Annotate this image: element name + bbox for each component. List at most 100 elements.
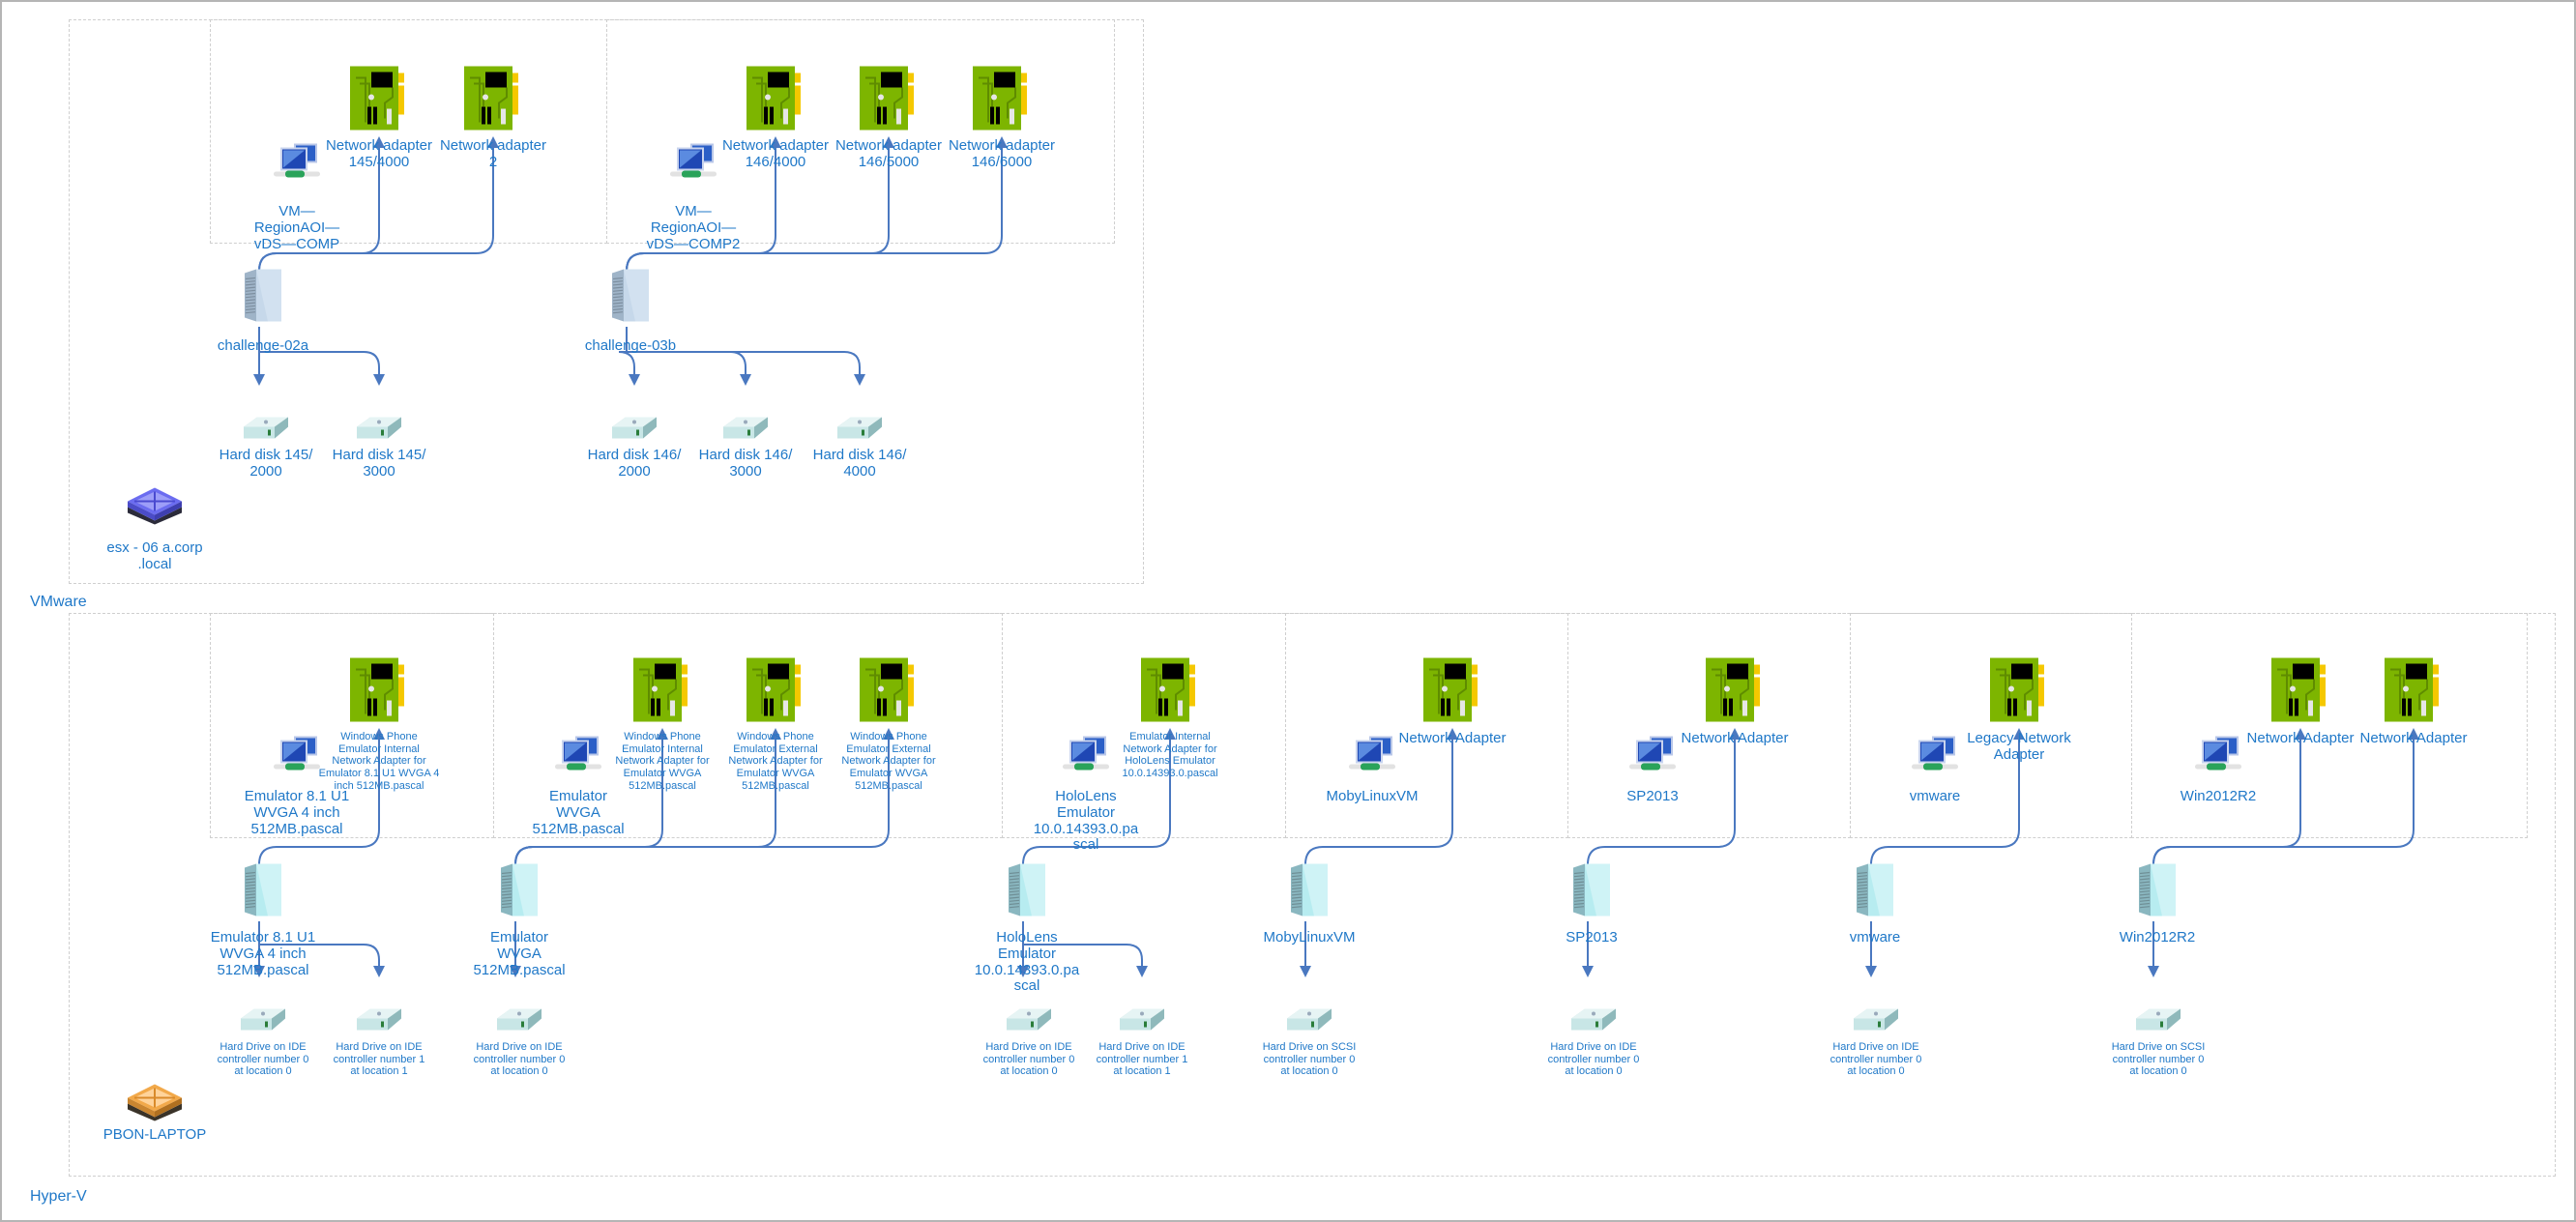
hard-disk-label[interactable]: Hard Drive on IDE controller number 1 at…: [1097, 1041, 1188, 1078]
vmware-group-label[interactable]: VMware: [30, 594, 87, 611]
hyperv-host-label[interactable]: PBON-LAPTOP: [103, 1126, 206, 1144]
server-icon[interactable]: [1853, 862, 1897, 923]
network-adapter-icon[interactable]: [464, 65, 522, 139]
virtual-network-icon[interactable]: [1625, 736, 1680, 783]
network-adapter-icon[interactable]: [860, 656, 918, 731]
network-adapter-label[interactable]: Network adapter 146/6000: [949, 137, 1055, 171]
virtual-network-icon[interactable]: [1908, 736, 1962, 783]
server-icon[interactable]: [241, 268, 285, 329]
server-icon[interactable]: [241, 862, 285, 923]
network-adapter-label[interactable]: Network Adapter: [2360, 730, 2468, 747]
vm-network-label[interactable]: HoloLens Emulator 10.0.14393.0.pa scal: [1034, 788, 1138, 854]
hard-disk-label[interactable]: Hard disk 146/ 2000: [588, 447, 682, 480]
hard-disk-label[interactable]: Hard Drive on SCSI controller number 0 a…: [2112, 1041, 2206, 1078]
hard-disk-icon[interactable]: [240, 414, 292, 448]
virtual-network-icon[interactable]: [270, 143, 324, 190]
hard-disk-label[interactable]: Hard Drive on SCSI controller number 0 a…: [1263, 1041, 1357, 1078]
virtual-network-icon[interactable]: [551, 736, 605, 783]
network-adapter-icon[interactable]: [973, 65, 1031, 139]
server-icon[interactable]: [2135, 862, 2180, 923]
server-icon[interactable]: [608, 268, 653, 329]
virtual-network-icon[interactable]: [270, 736, 324, 783]
hard-disk-icon[interactable]: [608, 414, 660, 448]
hard-disk-label[interactable]: Hard Drive on IDE controller number 0 at…: [1548, 1041, 1640, 1078]
hyperv-host-icon[interactable]: [126, 1083, 184, 1126]
network-adapter-label[interactable]: Windows Phone Emulator External Network …: [728, 731, 822, 792]
vm-network-label[interactable]: MobyLinuxVM: [1326, 788, 1418, 805]
hard-disk-label[interactable]: Hard Drive on IDE controller number 0 at…: [218, 1041, 309, 1078]
hard-disk-label[interactable]: Hard disk 146/ 3000: [699, 447, 793, 480]
server-label[interactable]: Emulator 8.1 U1 WVGA 4 inch 512MB.pascal: [211, 929, 315, 978]
server-label[interactable]: Emulator WVGA 512MB.pascal: [473, 929, 565, 978]
hard-disk-icon[interactable]: [834, 414, 886, 448]
network-adapter-label[interactable]: Network adapter 146/5000: [835, 137, 942, 171]
hard-disk-label[interactable]: Hard disk 145/ 2000: [220, 447, 313, 480]
hard-disk-icon[interactable]: [353, 414, 405, 448]
server-label[interactable]: HoloLens Emulator 10.0.14393.0.pa scal: [975, 929, 1079, 995]
hard-disk-icon[interactable]: [1116, 1005, 1168, 1039]
hard-disk-label[interactable]: Hard Drive on IDE controller number 0 at…: [1830, 1041, 1922, 1078]
virtual-network-icon[interactable]: [1345, 736, 1399, 783]
network-adapter-icon[interactable]: [1141, 656, 1199, 731]
server-label[interactable]: Win2012R2: [2120, 929, 2195, 946]
server-label[interactable]: MobyLinuxVM: [1263, 929, 1355, 946]
network-adapter-icon[interactable]: [2271, 656, 2329, 731]
network-adapter-label[interactable]: Windows Phone Emulator Internal Network …: [615, 731, 709, 792]
network-adapter-label[interactable]: Network adapter 2: [440, 137, 546, 171]
network-adapter-label[interactable]: Network Adapter: [1399, 730, 1507, 747]
hyperv-group-label[interactable]: Hyper-V: [30, 1188, 87, 1206]
network-adapter-label[interactable]: Network Adapter: [1682, 730, 1789, 747]
network-adapter-label[interactable]: Windows Phone Emulator External Network …: [841, 731, 935, 792]
hard-disk-icon[interactable]: [1567, 1005, 1620, 1039]
network-adapter-label[interactable]: Emulator Internal Network Adapter for Ho…: [1122, 731, 1217, 780]
server-icon[interactable]: [1569, 862, 1614, 923]
vm-network-label[interactable]: Emulator WVGA 512MB.pascal: [532, 788, 624, 837]
network-adapter-icon[interactable]: [350, 65, 408, 139]
server-icon[interactable]: [1287, 862, 1332, 923]
virtual-network-icon[interactable]: [1059, 736, 1113, 783]
vm-network-label[interactable]: SP2013: [1626, 788, 1678, 805]
network-adapter-icon[interactable]: [746, 65, 805, 139]
virtual-network-icon[interactable]: [2191, 736, 2245, 783]
server-label[interactable]: vmware: [1850, 929, 1901, 946]
network-adapter-label[interactable]: Network adapter 146/4000: [722, 137, 829, 171]
server-label[interactable]: challenge-03b: [585, 337, 676, 355]
network-adapter-icon[interactable]: [2385, 656, 2443, 731]
network-adapter-icon[interactable]: [746, 656, 805, 731]
network-adapter-label[interactable]: Windows Phone Emulator Internal Network …: [319, 731, 440, 792]
hard-disk-label[interactable]: Hard Drive on IDE controller number 0 at…: [983, 1041, 1075, 1078]
vmware-host-label[interactable]: esx - 06 a.corp .local: [106, 539, 202, 573]
hard-disk-icon[interactable]: [719, 414, 772, 448]
hard-disk-label[interactable]: Hard disk 145/ 3000: [333, 447, 426, 480]
vm-network-label[interactable]: Win2012R2: [2181, 788, 2256, 805]
hard-disk-icon[interactable]: [353, 1005, 405, 1039]
network-adapter-icon[interactable]: [1706, 656, 1764, 731]
server-label[interactable]: challenge-02a: [218, 337, 308, 355]
hard-disk-label[interactable]: Hard Drive on IDE controller number 1 at…: [334, 1041, 425, 1078]
network-adapter-icon[interactable]: [1423, 656, 1481, 731]
network-adapter-icon[interactable]: [1990, 656, 2048, 731]
hard-disk-icon[interactable]: [1003, 1005, 1055, 1039]
network-adapter-label[interactable]: Network Adapter: [2247, 730, 2355, 747]
vm-network-label[interactable]: VM— RegionAOI— vDS—COMP: [254, 203, 339, 252]
server-icon[interactable]: [1005, 862, 1049, 923]
vm-network-label[interactable]: vmware: [1910, 788, 1961, 805]
network-adapter-icon[interactable]: [350, 656, 408, 731]
hard-disk-icon[interactable]: [1283, 1005, 1335, 1039]
hard-disk-icon[interactable]: [2132, 1005, 2184, 1039]
network-adapter-icon[interactable]: [860, 65, 918, 139]
network-adapter-label[interactable]: Legacy Network Adapter: [1967, 730, 2071, 764]
server-icon[interactable]: [497, 862, 542, 923]
virtual-network-icon[interactable]: [666, 143, 720, 190]
network-adapter-icon[interactable]: [633, 656, 691, 731]
hard-disk-icon[interactable]: [237, 1005, 289, 1039]
hard-disk-icon[interactable]: [1850, 1005, 1902, 1039]
vm-network-label[interactable]: VM— RegionAOI— vDS—COMP2: [647, 203, 741, 252]
esx-host-icon[interactable]: [126, 486, 184, 530]
hard-disk-label[interactable]: Hard disk 146/ 4000: [813, 447, 907, 480]
server-label[interactable]: SP2013: [1566, 929, 1617, 946]
network-adapter-label[interactable]: Network adapter 145/4000: [326, 137, 432, 171]
hard-disk-label[interactable]: Hard Drive on IDE controller number 0 at…: [474, 1041, 566, 1078]
vm-network-label[interactable]: Emulator 8.1 U1 WVGA 4 inch 512MB.pascal: [245, 788, 349, 837]
hard-disk-icon[interactable]: [493, 1005, 545, 1039]
